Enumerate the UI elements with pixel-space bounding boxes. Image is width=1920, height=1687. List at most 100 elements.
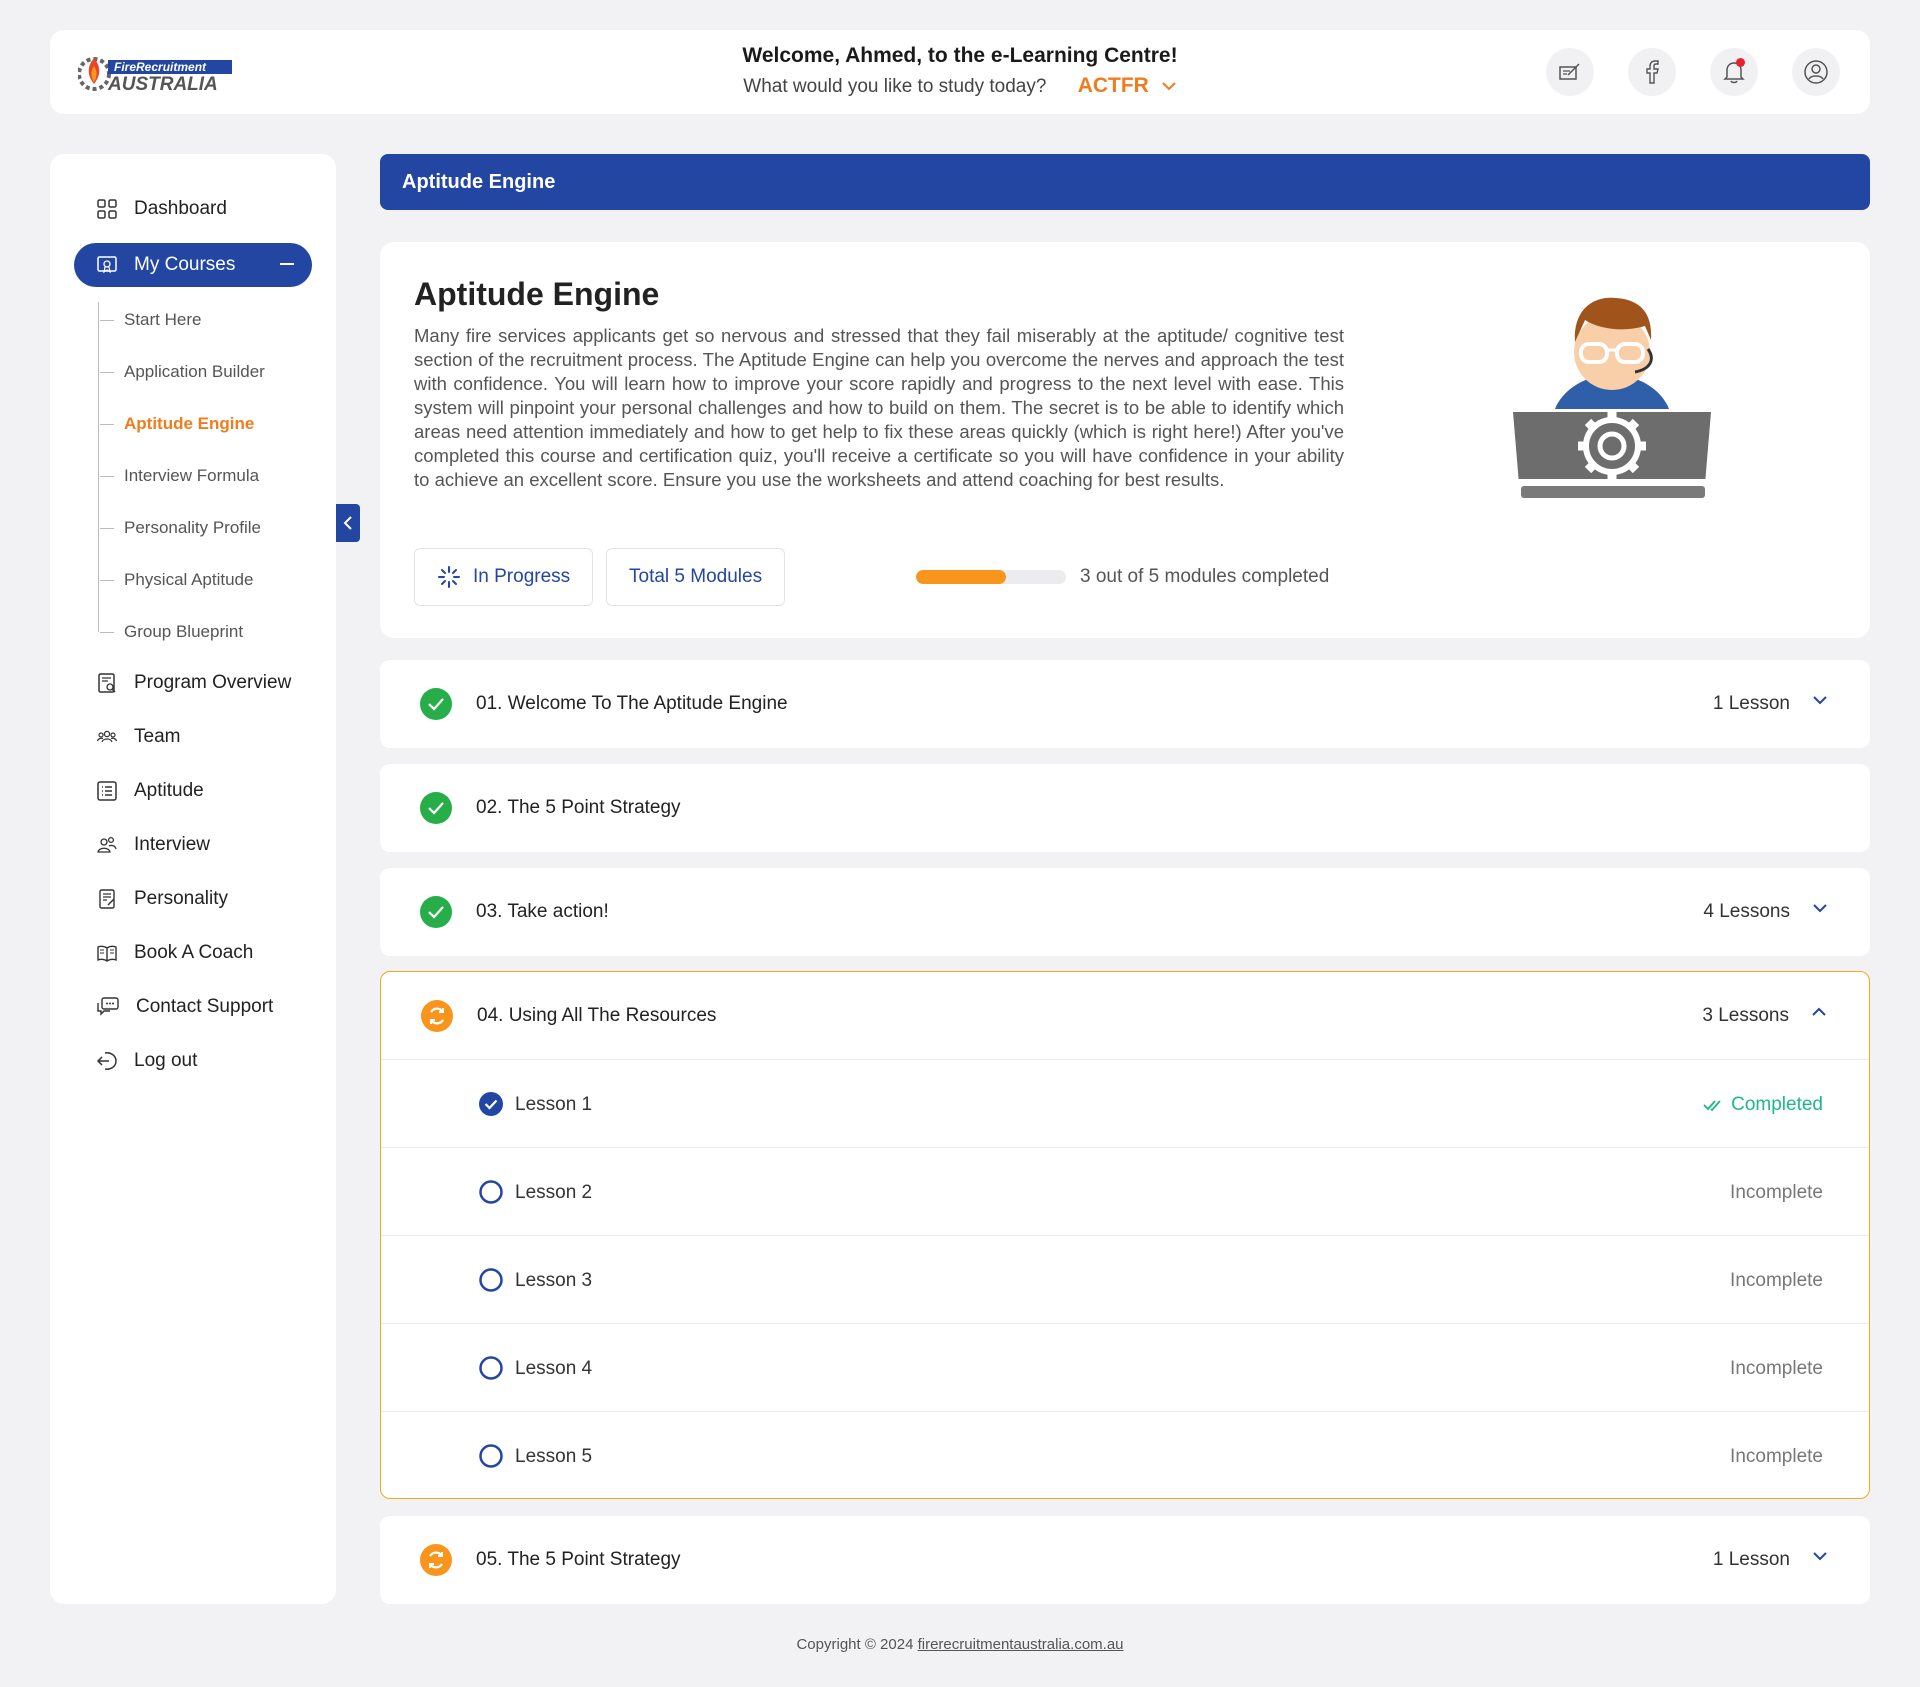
sidebar-item-personality[interactable]: Personality <box>96 888 228 910</box>
lesson-row[interactable]: Lesson 4 Incomplete <box>381 1324 1869 1412</box>
lesson-label: Lesson 1 <box>515 1094 593 1115</box>
list-icon <box>97 781 117 801</box>
lesson-row[interactable]: Lesson 5 Incomplete <box>381 1412 1869 1500</box>
bell-icon[interactable] <box>1710 48 1758 96</box>
status-badge: In Progress <box>414 548 594 606</box>
course-title: Aptitude Engine <box>414 276 660 312</box>
empty-circle-icon <box>479 1444 503 1468</box>
module-lesson-count: 3 Lessons <box>1702 1005 1789 1026</box>
sidebar-item-label: Personality <box>134 888 228 909</box>
sidebar-item-label: Team <box>134 726 181 747</box>
empty-circle-icon <box>479 1180 503 1204</box>
status-text: In Progress <box>473 566 571 587</box>
module-row[interactable]: 01. Welcome To The Aptitude Engine 1 Les… <box>380 660 1870 748</box>
module-title: 02. The 5 Point Strategy <box>476 797 681 818</box>
total-modules-text: Total 5 Modules <box>629 566 763 587</box>
sub-item-aptitude-engine[interactable]: Aptitude Engine <box>99 414 254 434</box>
total-modules-badge: Total 5 Modules <box>606 548 786 606</box>
chevron-down-icon[interactable] <box>1812 1550 1828 1562</box>
progress-bar <box>916 570 1066 584</box>
lesson-label: Lesson 5 <box>515 1446 593 1467</box>
footer: Copyright © 2024 firerecruitmentaustrali… <box>0 1636 1920 1653</box>
question-text: What would you like to study today? <box>743 76 1047 97</box>
progress-fill <box>916 570 1006 584</box>
sidebar-item-contact-support[interactable]: Contact Support <box>96 996 273 1018</box>
course-overview-card: Aptitude Engine Many fire services appli… <box>380 242 1870 638</box>
module-lesson-count: 1 Lesson <box>1712 1549 1790 1570</box>
chevron-down-icon <box>1161 82 1176 91</box>
sidebar-collapse-button[interactable] <box>336 504 360 542</box>
course-select[interactable]: ACTFR <box>1078 74 1177 97</box>
sidebar-item-log-out[interactable]: Log out <box>96 1050 197 1072</box>
chevron-up-icon[interactable] <box>1811 1006 1827 1018</box>
sub-item-application-builder[interactable]: Application Builder <box>100 362 265 382</box>
sidebar-item-program-overview[interactable]: Program Overview <box>96 672 291 694</box>
sub-item-start-here[interactable]: Start Here <box>99 310 201 330</box>
sub-item-group-blueprint[interactable]: Group Blueprint <box>99 622 243 642</box>
lesson-status: Incomplete <box>1730 1182 1823 1203</box>
empty-circle-icon <box>479 1268 503 1292</box>
in-progress-icon <box>421 1000 453 1032</box>
sidebar-item-interview[interactable]: Interview <box>96 834 210 856</box>
lesson-row[interactable]: Lesson 1 Completed <box>381 1060 1869 1148</box>
user-icon[interactable] <box>1792 48 1840 96</box>
sidebar-item-my-courses[interactable]: My Courses <box>74 243 312 287</box>
module-row[interactable]: 03. Take action! 4 Lessons <box>380 868 1870 956</box>
module-expanded: 04. Using All The Resources 3 Lessons Le… <box>380 971 1870 1499</box>
sidebar-item-book-a-coach[interactable]: Book A Coach <box>96 942 253 964</box>
lesson-row[interactable]: Lesson 2 Incomplete <box>381 1148 1869 1236</box>
sub-item-interview-formula[interactable]: Interview Formula <box>99 466 259 486</box>
copyright-text: Copyright © 2024 <box>796 1636 914 1653</box>
top-header: FireRecruitment AUSTRALIA Welcome, Ahmed… <box>50 30 1870 114</box>
team-icon <box>96 730 118 743</box>
module-title: 04. Using All The Resources <box>477 1005 717 1026</box>
chevron-down-icon[interactable] <box>1812 902 1828 914</box>
module-row[interactable]: 05. The 5 Point Strategy 1 Lesson <box>380 1516 1870 1604</box>
collapse-minus-icon[interactable] <box>280 263 294 265</box>
sidebar-item-label: Program Overview <box>134 672 292 693</box>
lesson-status: Incomplete <box>1730 1446 1823 1467</box>
book-icon <box>97 945 117 962</box>
checked-circle-icon <box>479 1092 503 1116</box>
spinner-icon <box>438 566 460 588</box>
lesson-row[interactable]: Lesson 3 Incomplete <box>381 1236 1869 1324</box>
sidebar: Dashboard My Courses Start Here Applicat… <box>50 154 336 1604</box>
sidebar-item-label: Contact Support <box>136 996 274 1017</box>
lesson-status: Incomplete <box>1730 1358 1823 1379</box>
sidebar-item-team[interactable]: Team <box>96 726 180 748</box>
facebook-icon[interactable] <box>1628 48 1676 96</box>
in-progress-icon <box>420 1544 452 1576</box>
program-icon <box>98 673 116 693</box>
sidebar-item-dashboard[interactable]: Dashboard <box>96 198 227 220</box>
sidebar-item-label: Book A Coach <box>134 942 254 963</box>
sub-item-personality-profile[interactable]: Personality Profile <box>99 518 261 538</box>
footer-link[interactable]: firerecruitmentaustralia.com.au <box>918 1636 1124 1653</box>
check-circle-icon <box>420 792 452 824</box>
sidebar-item-label: Dashboard <box>134 198 227 219</box>
logout-icon <box>96 1052 117 1070</box>
interview-icon <box>97 836 117 853</box>
course-description: Many fire services applicants get so ner… <box>414 325 1344 490</box>
chevron-left-icon <box>343 516 352 530</box>
module-title: 01. Welcome To The Aptitude Engine <box>476 693 788 714</box>
module-row[interactable]: 04. Using All The Resources 3 Lessons <box>381 972 1869 1060</box>
edit-icon[interactable] <box>1546 48 1594 96</box>
module-row[interactable]: 02. The 5 Point Strategy <box>380 764 1870 852</box>
courses-icon <box>97 256 117 274</box>
developer-illustration <box>1513 297 1711 498</box>
personality-icon <box>99 889 115 909</box>
module-title: 05. The 5 Point Strategy <box>476 1549 681 1570</box>
empty-circle-icon <box>479 1356 503 1380</box>
progress-text: 3 out of 5 modules completed <box>1080 566 1330 587</box>
sidebar-item-label: My Courses <box>134 254 236 275</box>
lesson-label: Lesson 3 <box>515 1270 593 1291</box>
dashboard-icon <box>97 199 117 219</box>
sidebar-item-aptitude[interactable]: Aptitude <box>96 780 204 802</box>
sub-item-physical-aptitude[interactable]: Physical Aptitude <box>99 570 253 590</box>
chevron-down-icon[interactable] <box>1812 694 1828 706</box>
lesson-label: Lesson 2 <box>515 1182 593 1203</box>
lesson-status: Incomplete <box>1730 1270 1823 1291</box>
chat-icon <box>97 997 119 1016</box>
check-circle-icon <box>420 896 452 928</box>
lesson-status: Completed <box>1703 1094 1823 1116</box>
